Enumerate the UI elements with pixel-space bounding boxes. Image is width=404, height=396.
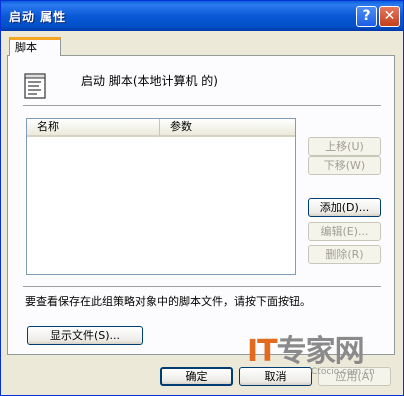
tab-scripts[interactable]: 脚本 xyxy=(9,37,61,56)
cancel-button[interactable]: 取消 xyxy=(239,367,312,386)
title-bar[interactable]: 启动 属性 ? ✕ xyxy=(1,1,403,31)
help-button[interactable]: ? xyxy=(356,6,377,27)
watermark-text: 专家网 xyxy=(276,334,365,369)
column-header-parameters[interactable]: 参数 xyxy=(160,119,295,137)
edit-button[interactable]: 编辑(E)... xyxy=(308,222,381,241)
watermark-it: IT xyxy=(247,334,278,369)
close-button[interactable]: ✕ xyxy=(379,6,400,27)
scripts-heading: 启动 脚本(本地计算机 的) xyxy=(81,74,218,88)
divider-top xyxy=(23,105,381,106)
ok-button[interactable]: 确定 xyxy=(160,367,233,386)
window-title: 启动 属性 xyxy=(9,10,67,24)
remove-button[interactable]: 删除(R) xyxy=(308,245,381,264)
column-header-name[interactable]: 名称 xyxy=(27,119,160,137)
divider-bottom xyxy=(23,286,381,287)
move-up-button[interactable]: 上移(U) xyxy=(308,137,381,156)
show-files-button[interactable]: 显示文件(S)... xyxy=(27,326,143,345)
help-icon: ? xyxy=(362,8,371,24)
move-down-button[interactable]: 下移(W) xyxy=(308,156,381,175)
watermark-logo: IT专家网 Ctocio.com.cn xyxy=(247,334,375,378)
script-icon xyxy=(24,73,46,99)
scripts-list[interactable]: 名称 参数 xyxy=(26,118,296,275)
watermark-site: Ctocio.com.cn xyxy=(311,367,375,377)
close-icon: ✕ xyxy=(383,8,396,24)
add-button[interactable]: 添加(D)... xyxy=(308,198,381,217)
properties-window: 启动 属性 ? ✕ 脚本 启动 脚本(本地计算机 的) 名称 参数 上移(U) … xyxy=(0,0,404,396)
hint-text: 要查看保存在此组策略对象中的脚本文件，请按下面按钮。 xyxy=(25,295,311,308)
